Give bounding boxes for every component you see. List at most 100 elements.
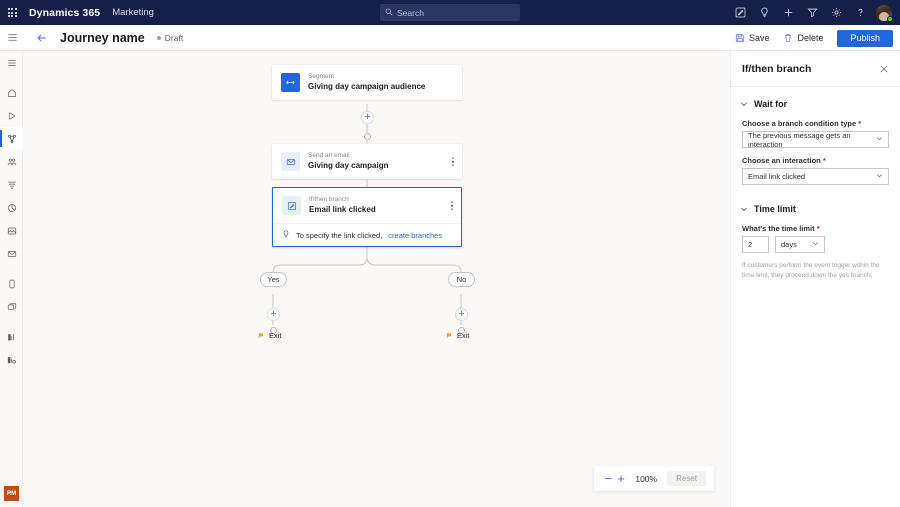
chevron-down-icon bbox=[740, 100, 748, 108]
branch-pill-no[interactable]: No bbox=[448, 272, 475, 287]
branch-label-yes: Yes bbox=[267, 275, 280, 284]
create-branches-link[interactable]: create branches bbox=[388, 231, 442, 240]
field-label-text: Choose an interaction bbox=[742, 156, 821, 165]
section-header-wait-for[interactable]: Wait for bbox=[731, 87, 900, 111]
back-arrow-icon[interactable] bbox=[36, 32, 48, 44]
left-navigation-rail: RM bbox=[0, 51, 23, 507]
node-send-email[interactable]: Send an email Giving day campaign bbox=[272, 144, 462, 179]
node-ifthen-branch[interactable]: If/then branch Email link clicked To spe… bbox=[272, 187, 462, 247]
sidebar-item-analytics[interactable] bbox=[0, 196, 23, 219]
publish-label: Publish bbox=[850, 33, 880, 43]
gear-icon[interactable] bbox=[824, 0, 848, 25]
help-question-icon[interactable] bbox=[848, 0, 872, 25]
status-dot bbox=[156, 35, 161, 40]
sidebar-item-home[interactable] bbox=[0, 81, 23, 104]
edit-pencil-icon[interactable] bbox=[728, 0, 752, 25]
search-icon bbox=[385, 8, 393, 18]
required-asterisk: * bbox=[814, 224, 820, 233]
node-type-label: If/then branch bbox=[309, 196, 349, 204]
zoom-reset-button[interactable]: Reset bbox=[667, 471, 706, 486]
sidebar-item-settings-reports[interactable] bbox=[0, 348, 23, 371]
node-title-label: Email link clicked bbox=[309, 204, 376, 214]
sidebar-item-forms[interactable] bbox=[0, 219, 23, 242]
search-input[interactable]: Search bbox=[380, 4, 520, 21]
field-label-time-limit: What's the time limit * bbox=[742, 224, 889, 233]
plus-icon[interactable] bbox=[776, 0, 800, 25]
connector-endpoint-1[interactable] bbox=[364, 133, 371, 140]
save-button[interactable]: Save bbox=[728, 28, 777, 48]
exit-label-yes: Exit bbox=[269, 331, 282, 340]
panel-header: If/then branch bbox=[731, 51, 900, 86]
time-limit-row: 2 days bbox=[742, 236, 889, 253]
time-limit-help-text: If customers perform the event trigger w… bbox=[742, 262, 880, 279]
sidebar-item-recent[interactable] bbox=[0, 104, 23, 127]
status-label: Draft bbox=[164, 32, 184, 43]
app-name[interactable]: Marketing bbox=[112, 7, 154, 18]
node-segment[interactable]: Segment Giving day campaign audience bbox=[272, 65, 462, 100]
branch-pill-yes[interactable]: Yes bbox=[260, 272, 287, 287]
node-tip: To specify the link clicked, create bran… bbox=[273, 223, 461, 246]
publish-button[interactable]: Publish bbox=[837, 29, 893, 47]
brand-name[interactable]: Dynamics 365 bbox=[29, 7, 100, 19]
sidebar-item-emails[interactable] bbox=[0, 242, 23, 265]
dropdown-branch-condition-type[interactable]: The previous message gets an interaction bbox=[742, 130, 889, 149]
dropdown-value-branch-condition-type: The previous message gets an interaction bbox=[748, 130, 851, 149]
plus-icon: + bbox=[270, 308, 277, 320]
sidebar-item-journeys[interactable] bbox=[0, 127, 23, 150]
sidebar-item-hamburger[interactable] bbox=[0, 51, 23, 74]
dropdown-interaction[interactable]: Email link clicked bbox=[742, 168, 889, 185]
plus-icon: + bbox=[364, 111, 371, 123]
filter-icon[interactable] bbox=[800, 0, 824, 25]
node-more-menu-icon[interactable] bbox=[452, 157, 454, 166]
node-title-label: Giving day campaign bbox=[308, 160, 389, 170]
sidebar-item-reports[interactable] bbox=[0, 325, 23, 348]
exit-marker-yes[interactable]: Exit bbox=[258, 331, 282, 340]
panel-title: If/then branch bbox=[742, 63, 812, 75]
connector-lines bbox=[272, 104, 462, 325]
sidebar-item-push[interactable] bbox=[0, 295, 23, 318]
search-placeholder: Search bbox=[397, 7, 424, 18]
field-label-text: Choose a branch condition type bbox=[742, 119, 857, 128]
node-tip-text: To specify the link clicked, bbox=[296, 230, 383, 240]
branch-label-no: No bbox=[456, 275, 467, 284]
top-navigation-bar: Dynamics 365 Marketing Search bbox=[0, 0, 900, 25]
add-step-button-yes[interactable]: + bbox=[267, 308, 280, 321]
lightbulb-icon bbox=[282, 230, 290, 240]
time-limit-unit-dropdown[interactable]: days bbox=[775, 236, 825, 253]
dropdown-value-interaction: Email link clicked bbox=[748, 172, 806, 181]
flag-icon bbox=[258, 333, 264, 338]
chevron-down-icon bbox=[740, 205, 748, 213]
top-nav-actions bbox=[728, 0, 896, 25]
branch-edit-icon bbox=[282, 196, 301, 215]
exit-marker-no[interactable]: Exit bbox=[446, 331, 470, 340]
sidebar-item-segments[interactable] bbox=[0, 173, 23, 196]
segment-icon bbox=[281, 73, 300, 92]
field-branch-condition-type: Choose a branch condition type * The pre… bbox=[731, 111, 900, 149]
waffle-grid-icon[interactable] bbox=[0, 0, 24, 25]
sidebar-item-mobile[interactable] bbox=[0, 272, 23, 295]
section-label-time-limit: Time limit bbox=[754, 204, 796, 214]
delete-button[interactable]: Delete bbox=[776, 28, 830, 48]
plus-icon: + bbox=[458, 308, 465, 320]
time-limit-amount-input[interactable]: 2 bbox=[742, 236, 769, 253]
sidebar-item-customers[interactable] bbox=[0, 150, 23, 173]
account-badge[interactable]: RM bbox=[4, 486, 19, 501]
flag-icon bbox=[446, 333, 452, 338]
command-bar: Journey name Draft Save Delete Publish bbox=[0, 25, 900, 51]
field-time-limit: What's the time limit * 2 days bbox=[731, 216, 900, 253]
hamburger-menu-icon[interactable] bbox=[0, 25, 25, 51]
add-step-button-no[interactable]: + bbox=[455, 308, 468, 321]
zoom-out-button[interactable]: − bbox=[602, 469, 615, 489]
zoom-in-button[interactable]: + bbox=[615, 469, 628, 489]
save-label: Save bbox=[748, 33, 770, 43]
journey-canvas[interactable]: Segment Giving day campaign audience + S… bbox=[23, 51, 730, 507]
add-step-button-1[interactable]: + bbox=[361, 111, 374, 124]
close-icon[interactable] bbox=[879, 64, 889, 74]
chevron-down-icon bbox=[876, 135, 883, 144]
section-header-time-limit[interactable]: Time limit bbox=[731, 185, 900, 216]
lightbulb-icon[interactable] bbox=[752, 0, 776, 25]
save-disk-icon bbox=[735, 33, 745, 43]
field-label-text: What's the time limit bbox=[742, 224, 815, 233]
user-avatar[interactable] bbox=[872, 0, 896, 25]
node-more-menu-icon[interactable] bbox=[451, 201, 453, 210]
